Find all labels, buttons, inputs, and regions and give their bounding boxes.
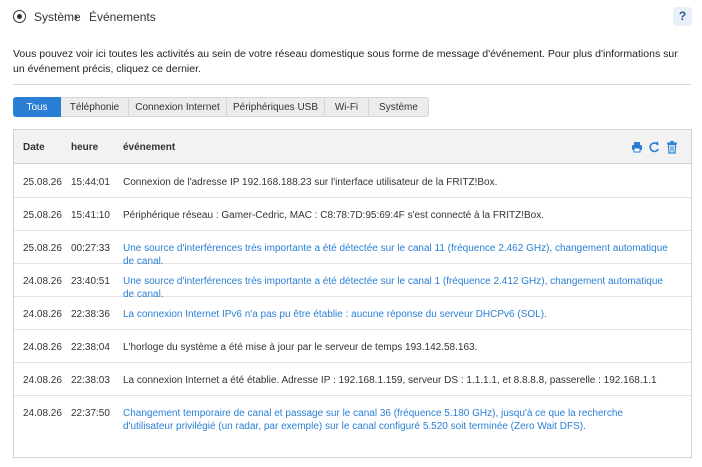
table-row[interactable]: 24.08.26 23:40:51 Une source d'interfére… bbox=[14, 264, 691, 300]
table-row[interactable]: 24.08.26 22:37:50 Changement temporaire … bbox=[14, 396, 691, 457]
help-button[interactable]: ? bbox=[673, 7, 692, 26]
row-time: 00:27:33 bbox=[71, 243, 110, 254]
row-date: 24.08.26 bbox=[23, 408, 62, 419]
table-row[interactable]: 24.08.26 22:38:36 La connexion Internet … bbox=[14, 297, 691, 330]
tab-wifi[interactable]: Wi-Fi bbox=[325, 97, 369, 117]
tab-usb-devices[interactable]: Périphériques USB bbox=[227, 97, 325, 117]
row-time: 22:38:36 bbox=[71, 309, 110, 320]
row-time: 22:38:03 bbox=[71, 375, 110, 386]
divider bbox=[13, 84, 691, 85]
row-date: 24.08.26 bbox=[23, 342, 62, 353]
row-date: 24.08.26 bbox=[23, 309, 62, 320]
tab-system[interactable]: Système bbox=[369, 97, 429, 117]
row-event: Connexion de l'adresse IP 192.168.188.23… bbox=[123, 177, 498, 188]
row-event: La connexion Internet a été établie. Adr… bbox=[123, 375, 657, 386]
row-time: 15:44:01 bbox=[71, 177, 110, 188]
tab-telephony[interactable]: Téléphonie bbox=[61, 97, 129, 117]
row-time: 15:41:10 bbox=[71, 210, 110, 221]
tab-all[interactable]: Tous bbox=[13, 97, 61, 117]
row-date: 24.08.26 bbox=[23, 375, 62, 386]
tab-internet[interactable]: Connexion Internet bbox=[129, 97, 227, 117]
refresh-icon[interactable] bbox=[648, 140, 660, 154]
table-row[interactable]: 24.08.26 22:38:03 La connexion Internet … bbox=[14, 363, 691, 396]
row-time: 22:38:04 bbox=[71, 342, 110, 353]
row-date: 24.08.26 bbox=[23, 276, 62, 287]
row-event: Périphérique réseau : Gamer-Cedric, MAC … bbox=[123, 210, 544, 221]
filter-tabs: Tous Téléphonie Connexion Internet Périp… bbox=[13, 97, 429, 117]
intro-text: Vous pouvez voir ici toutes les activité… bbox=[13, 48, 678, 75]
row-event: L'horloge du système a été mise à jour p… bbox=[123, 342, 478, 353]
breadcrumb-bar: Système › Événements ? bbox=[0, 0, 702, 34]
system-radio-icon bbox=[13, 10, 26, 23]
print-icon[interactable] bbox=[631, 140, 643, 154]
row-date: 25.08.26 bbox=[23, 210, 62, 221]
page-title: Événements bbox=[89, 10, 156, 24]
trash-icon[interactable] bbox=[666, 140, 678, 154]
row-date: 25.08.26 bbox=[23, 177, 62, 188]
row-time: 23:40:51 bbox=[71, 276, 110, 287]
column-header-date: Date bbox=[23, 142, 45, 153]
table-row[interactable]: 25.08.26 00:27:33 Une source d'interfére… bbox=[14, 231, 691, 267]
column-header-time: heure bbox=[71, 142, 99, 153]
table-header: Date heure événement bbox=[14, 130, 691, 164]
row-event-link[interactable]: Changement temporaire de canal et passag… bbox=[123, 407, 668, 433]
table-row[interactable]: 25.08.26 15:44:01 Connexion de l'adresse… bbox=[14, 165, 691, 198]
row-date: 25.08.26 bbox=[23, 243, 62, 254]
table-row[interactable]: 25.08.26 15:41:10 Périphérique réseau : … bbox=[14, 198, 691, 231]
row-time: 22:37:50 bbox=[71, 408, 110, 419]
chevron-right-icon: › bbox=[74, 9, 79, 24]
events-table: Date heure événement 25.08.26 15:44:01 C… bbox=[13, 129, 692, 458]
table-row[interactable]: 24.08.26 22:38:04 L'horloge du système a… bbox=[14, 330, 691, 363]
column-header-event: événement bbox=[123, 142, 176, 153]
row-event-link[interactable]: La connexion Internet IPv6 n'a pas pu êt… bbox=[123, 308, 668, 321]
